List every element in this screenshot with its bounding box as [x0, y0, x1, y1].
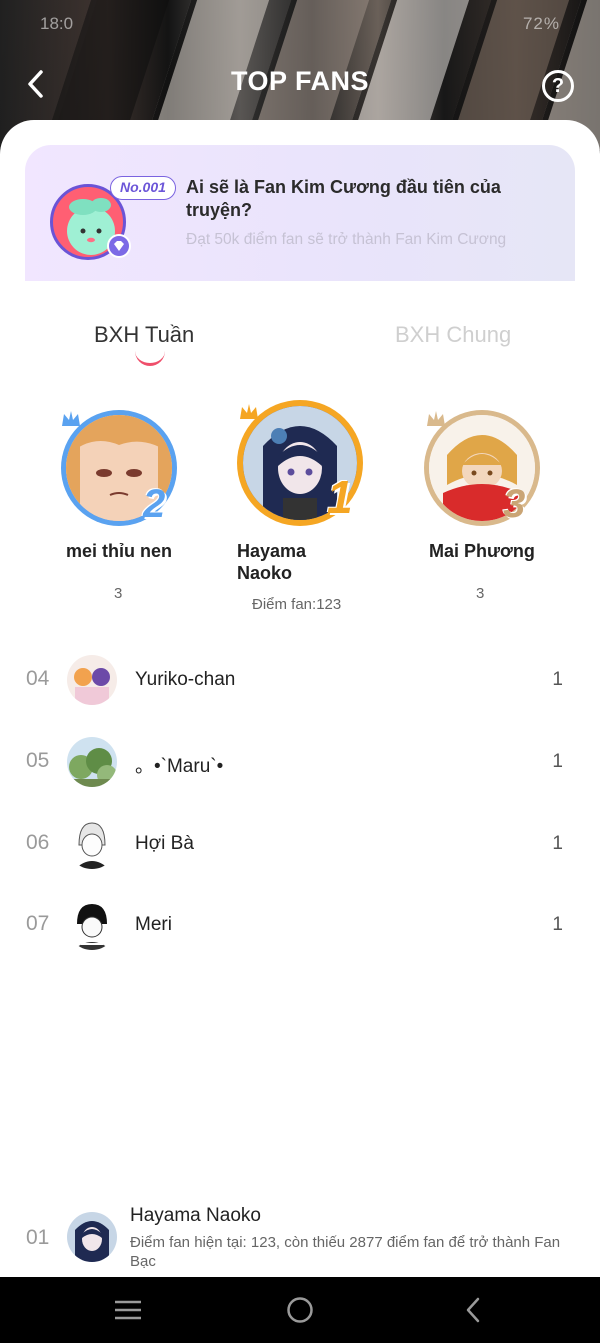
list-rank: 05 — [26, 749, 50, 772]
banner-title: Ai sẽ là Fan Kim Cương đầu tiên của truy… — [186, 177, 501, 220]
current-user-rank: 01 — [26, 1226, 50, 1249]
avatar — [67, 819, 117, 869]
status-time: 18:0 — [40, 14, 74, 33]
podium-rank-3: 3 — [503, 482, 526, 526]
page-title: TOP FANS — [230, 66, 370, 96]
system-navigation-bar — [0, 1277, 600, 1343]
help-button[interactable]: ? — [542, 70, 574, 102]
list-rank: 04 — [26, 667, 50, 690]
podium-score-1: Điểm fan:123 — [252, 596, 342, 613]
status-battery: 72% — [522, 14, 560, 33]
podium-name-1: Hayama Naoko — [237, 541, 307, 583]
diamond-icon — [107, 234, 131, 258]
list-item[interactable]: 05 。•`Maru`• 1 — [0, 733, 600, 793]
list-name: Yuriko-chan — [135, 669, 236, 690]
podium-score-3: 3 — [476, 585, 485, 602]
help-icon: ? — [551, 74, 565, 97]
list-item[interactable]: 07 Meri 1 — [0, 896, 600, 956]
menu-icon — [115, 1300, 141, 1320]
avatar — [67, 655, 117, 705]
home-button[interactable] — [282, 1295, 318, 1325]
tab-weekly[interactable]: BXH Tuần — [94, 322, 194, 348]
home-icon — [287, 1297, 313, 1323]
nav-back-icon — [466, 1297, 480, 1323]
avatar — [67, 900, 117, 950]
current-user-avatar[interactable] — [67, 1212, 117, 1262]
list-item[interactable]: 04 Yuriko-chan 1 — [0, 651, 600, 711]
banner-badge: No.001 — [110, 176, 176, 200]
list-rank: 06 — [26, 831, 50, 854]
podium-name-2: mei thỉu nen — [66, 541, 173, 561]
status-bar: 18:0 72% — [0, 10, 600, 40]
list-rank: 07 — [26, 912, 50, 935]
crown-icon — [238, 401, 260, 423]
list-score: 1 — [552, 669, 563, 690]
list-item[interactable]: 06 Hợi Bà 1 — [0, 815, 600, 875]
list-score: 1 — [552, 833, 563, 854]
podium-score-2: 3 — [114, 585, 123, 602]
list-name: 。•`Maru`• — [135, 756, 224, 777]
podium-rank-1: 1 — [327, 471, 353, 523]
current-user-name: Hayama Naoko — [130, 1205, 261, 1226]
current-user-progress: Điểm fan hiện tại: 123, còn thiếu 2877 đ… — [130, 1234, 561, 1270]
list-name: Hợi Bà — [135, 833, 194, 854]
crown-icon — [60, 408, 82, 430]
list-name: Meri — [135, 914, 172, 935]
avatar — [67, 737, 117, 787]
list-score: 1 — [552, 751, 563, 772]
system-back-button[interactable] — [455, 1295, 491, 1325]
podium-rank-2: 2 — [143, 482, 166, 526]
menu-button[interactable] — [110, 1295, 146, 1325]
tab-overall[interactable]: BXH Chung — [395, 322, 511, 348]
list-score: 1 — [552, 914, 563, 935]
podium-name-3: Mai Phương — [429, 541, 535, 561]
banner-subtitle: Đạt 50k điểm fan sẽ trở thành Fan Kim Cư… — [186, 231, 507, 248]
crown-icon — [425, 408, 447, 430]
